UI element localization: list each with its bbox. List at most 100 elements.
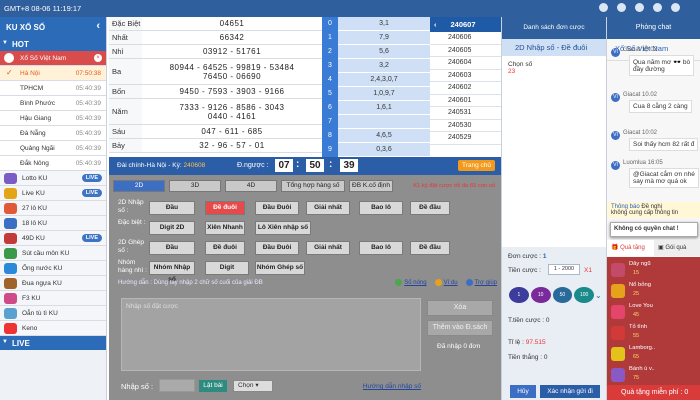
bet-option-button[interactable]: Đầu Đuôi <box>255 241 299 255</box>
gift-name: Love You <box>629 303 653 309</box>
tab-bet-type[interactable]: Tổng hợp hàng số <box>281 180 345 192</box>
gift-item[interactable]: Tỏ tình 55 <box>611 324 697 344</box>
bet-option-button[interactable]: Bao lô <box>359 241 403 255</box>
tab-gifts[interactable]: 🎁 Quà tặng <box>607 240 654 256</box>
sidebar-item-game[interactable]: Oẳn tù tì KU <box>0 306 106 321</box>
free-gift-bar[interactable]: Quà tặng miễn phí : 0 <box>607 385 700 400</box>
bet-option-button[interactable]: Digit <box>205 261 249 275</box>
gift-item[interactable]: Love You 45 <box>611 303 697 323</box>
gift-name: Lamborg.. <box>629 345 656 351</box>
tab-bet-type[interactable]: 3D <box>169 180 221 192</box>
period-item[interactable]: 240529 <box>430 132 501 145</box>
result-row: Đặc Biệt 04651 <box>109 17 322 31</box>
gift-item[interactable]: Nổ bỏng 25 <box>611 282 697 302</box>
sidebar-item-region[interactable]: TPHCM 05:40:39 <box>0 81 106 96</box>
sidebar-item-region[interactable]: Quảng Ngãi 05:40:39 <box>0 141 106 156</box>
sidebar-item-region[interactable]: ✓ Hà Nội 07:50:38 <box>0 66 106 81</box>
bet-option-button[interactable]: Lô Xiên nhập số <box>255 221 311 235</box>
chip-1[interactable]: 1 <box>509 287 529 303</box>
settings-icon[interactable] <box>671 3 680 12</box>
sidebar-item-game[interactable]: F3 KU <box>0 291 106 306</box>
hot-numbers-link[interactable]: Số nóng <box>395 279 427 287</box>
bet-option-button[interactable]: Giải nhất <box>306 201 350 215</box>
tab-bet-type[interactable]: 2D <box>113 180 165 192</box>
user-icon[interactable] <box>653 3 662 12</box>
sidebar-item-game[interactable]: 49D KU LIVE <box>0 231 106 246</box>
bet-option-button[interactable]: Đề đuôi <box>205 201 245 215</box>
cancel-button[interactable]: Hủy <box>510 385 536 398</box>
ky-value: 240608 <box>183 162 206 169</box>
bet-option-button[interactable]: Đề đuôi <box>205 241 245 255</box>
chevron-down-icon[interactable]: ⌄ <box>595 291 602 300</box>
sidebar-item-game[interactable]: 18 lô KU <box>0 216 106 231</box>
period-item[interactable]: 240601 <box>430 95 501 107</box>
home-button[interactable]: Trang chủ <box>457 160 495 171</box>
period-item[interactable]: 240530 <box>430 120 501 132</box>
hot-section-header[interactable]: ▼ HOT <box>0 37 106 51</box>
chevron-left-icon[interactable]: ‹ <box>434 20 437 29</box>
prize-label: Bốn <box>109 85 142 98</box>
confirm-button[interactable]: Xác nhận gửi đi <box>540 385 600 398</box>
bell-icon[interactable] <box>599 3 608 12</box>
tab-bet-type[interactable]: 4D <box>225 180 277 192</box>
sidebar-item-region[interactable]: Đắk Nông 05:40:39 <box>0 156 106 171</box>
help-link[interactable]: Trợ giúp <box>465 279 497 286</box>
sidebar-item-game[interactable]: Ống nước KU <box>0 261 106 276</box>
order-tab[interactable]: 2D Nhập số - Đề đuôi <box>502 39 606 56</box>
sidebar-item-game[interactable]: Keno <box>0 321 106 336</box>
tail-digits: 0,3,6 <box>338 143 430 157</box>
bet-option-button[interactable]: Nhóm Ghép số <box>255 261 305 275</box>
bet-option-button[interactable]: Đầu Đuôi <box>255 201 299 215</box>
sidebar-item-region[interactable]: Hậu Giang 05:40:39 <box>0 111 106 126</box>
tab-gift-packs[interactable]: ▣ Gói quà <box>654 240 700 256</box>
sidebar-item-region[interactable]: Xổ Số Việt Nam × <box>0 51 106 66</box>
sidebar-item-game[interactable]: 27 lô KU <box>0 201 106 216</box>
hot-numbers-label: Số nóng <box>404 280 427 287</box>
chip-100[interactable]: 100 <box>574 287 594 303</box>
gift-item[interactable]: Lamborg.. 65 <box>611 345 697 365</box>
period-head[interactable]: ‹ 240607 <box>430 17 501 32</box>
bet-option-button[interactable]: Xiên Nhanh <box>205 221 245 235</box>
bet-option-button[interactable]: Digit 2D <box>149 221 195 235</box>
sidebar: KU XỔ SỐ ‹ ▼ HOT Xổ Số Việt Nam × ✓ Hà Nội 0… <box>0 17 107 400</box>
add-to-list-button[interactable]: Thêm vào Đ.sách <box>427 320 493 336</box>
bet-option-button[interactable]: Đề đầu <box>410 241 450 255</box>
period-item[interactable]: 240602 <box>430 82 501 95</box>
number-input[interactable] <box>159 379 195 392</box>
wallet-icon[interactable] <box>635 3 644 12</box>
bet-option-button[interactable]: Đề đầu <box>410 201 450 215</box>
sidebar-item-region[interactable]: Bình Phước 05:40:39 <box>0 96 106 111</box>
sidebar-item-region[interactable]: Đà Nẵng 05:40:39 <box>0 126 106 141</box>
sidebar-item-game[interactable]: Live KU LIVE <box>0 186 106 201</box>
close-icon[interactable]: × <box>94 54 102 62</box>
chip-50[interactable]: 50 <box>552 287 573 303</box>
bet-amount-select[interactable]: 1 - 2000 <box>548 264 580 275</box>
bet-option-button[interactable]: Đầu <box>149 201 195 215</box>
pick-button[interactable]: Lật bài <box>199 380 227 392</box>
sidebar-item-game[interactable]: Lotto KU LIVE <box>0 171 106 186</box>
bet-number-textarea[interactable]: Nhập số đặt cược <box>121 298 421 371</box>
sidebar-item-game[interactable]: Đua ngựa KU <box>0 276 106 291</box>
period-item[interactable]: 240605 <box>430 45 501 57</box>
period-item[interactable]: 240531 <box>430 107 501 120</box>
bet-option-button[interactable]: Nhóm Nhập số <box>149 261 195 283</box>
choose-select[interactable]: Chọn ▾ <box>233 380 273 392</box>
collapse-chevron-icon[interactable]: ‹ <box>96 20 100 32</box>
bet-option-button[interactable]: Bao lô <box>359 201 403 215</box>
gift-item[interactable]: Bánh ú v.. 75 <box>611 366 697 386</box>
chip-10[interactable]: 10 <box>530 287 551 303</box>
gift-icon[interactable] <box>617 3 626 12</box>
tab-bet-type[interactable]: ĐB K.cố định <box>349 180 393 192</box>
period-item[interactable]: 240604 <box>430 57 501 70</box>
bet-option-button[interactable]: Đầu <box>149 241 195 255</box>
period-item[interactable]: 240606 <box>430 32 501 45</box>
delete-button[interactable]: Xóa <box>427 300 493 316</box>
bet-option-button[interactable]: Giải nhất <box>306 241 350 255</box>
input-guide-link[interactable]: Hướng dẫn nhập số <box>363 383 421 390</box>
live-section-header[interactable]: ▼ LIVE <box>0 336 106 350</box>
gift-item[interactable]: Dây ngũ 15 <box>611 261 697 281</box>
example-link[interactable]: Ví dụ <box>434 279 458 286</box>
colon: : <box>329 159 333 170</box>
period-item[interactable]: 240603 <box>430 70 501 82</box>
sidebar-item-game[interactable]: Sút cầu môn KU <box>0 246 106 261</box>
